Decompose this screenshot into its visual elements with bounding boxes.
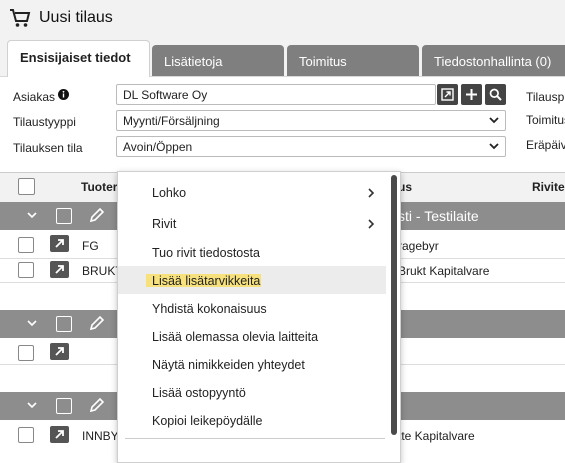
order-type-label: Tilaustyyppi (13, 115, 76, 129)
chevron-down-icon[interactable] (26, 318, 38, 328)
customer-label: Asiakas (13, 90, 56, 104)
open-customer-button[interactable] (437, 84, 458, 105)
plus-icon (466, 89, 477, 100)
group-checkbox[interactable] (56, 398, 72, 414)
chevron-right-icon (368, 188, 375, 198)
external-link-icon (441, 88, 454, 101)
add-customer-button[interactable] (461, 84, 482, 105)
row-name: Brukt Kapitalvare (398, 264, 490, 278)
order-status-value: Avoin/Öppen (123, 140, 193, 154)
menu-item-show-item-links[interactable]: Näytä nimikkeiden yhteydet (152, 358, 305, 372)
pencil-icon[interactable] (88, 396, 106, 414)
menu-item-add-existing-devices[interactable]: Lisää olemassa olevia laitteita (152, 330, 318, 344)
open-row-button[interactable] (50, 235, 69, 252)
arrow-up-right-icon (55, 265, 64, 274)
cart-icon (10, 9, 31, 27)
row-checkbox[interactable] (18, 427, 34, 443)
tab-delivery[interactable]: Toimitus (287, 45, 419, 76)
menu-separator (125, 438, 385, 439)
chevron-down-icon (489, 143, 499, 150)
row-name: ragebyr (398, 239, 439, 253)
page-title: Uusi tilaus (39, 9, 113, 26)
group-checkbox[interactable] (56, 208, 72, 224)
search-icon (489, 88, 502, 101)
row-checkbox[interactable] (18, 237, 34, 253)
info-icon[interactable] (58, 89, 69, 100)
chevron-right-icon (368, 219, 375, 229)
menu-item-add-accessories[interactable]: Lisää lisätarvikkeita (152, 274, 260, 288)
customer-field[interactable]: DL Software Oy (116, 84, 436, 105)
order-status-label: Tilauksen tila (13, 141, 83, 155)
row-code: FG (82, 239, 99, 253)
pencil-icon[interactable] (88, 314, 106, 332)
menu-item-rows[interactable]: Rivit (152, 217, 176, 231)
group-title: sti - Testilaite (398, 208, 479, 224)
open-row-button[interactable] (50, 426, 69, 443)
arrow-up-right-icon (55, 347, 64, 356)
order-status-select[interactable]: Avoin/Öppen (116, 136, 506, 157)
arrow-up-right-icon (55, 430, 64, 439)
open-row-button[interactable] (50, 261, 69, 278)
menu-item-copy-clipboard[interactable]: Kopioi leikepöydälle (152, 414, 263, 428)
arrow-up-right-icon (55, 239, 64, 248)
order-type-select[interactable]: Myynti/Försäljning (116, 110, 506, 131)
open-row-button[interactable] (50, 343, 69, 360)
menu-item-block[interactable]: Lohko (152, 186, 186, 200)
chevron-down-icon[interactable] (26, 210, 38, 220)
due-date-label: Eräpäiv (526, 138, 565, 152)
row-name: tte Kapitalvare (398, 429, 475, 443)
column-header-product[interactable]: Tuoter (81, 180, 117, 194)
row-checkbox[interactable] (18, 262, 34, 278)
tab-primary-info[interactable]: Ensisijaiset tiedot (7, 40, 150, 77)
pencil-icon[interactable] (88, 206, 106, 224)
menu-scrollbar[interactable] (391, 175, 397, 435)
order-type-value: Myynti/Försäljning (123, 114, 220, 128)
delivery-label: Toimitus (526, 113, 565, 127)
row-checkbox[interactable] (18, 345, 34, 361)
menu-item-add-purchase-request[interactable]: Lisää ostopyyntö (152, 386, 246, 400)
column-header-row[interactable]: Rivite (532, 180, 565, 194)
chevron-down-icon (489, 117, 499, 124)
tab-additional-info[interactable]: Lisätietoja (152, 45, 284, 76)
chevron-down-icon[interactable] (26, 400, 38, 410)
select-all-checkbox[interactable] (18, 178, 35, 195)
row-code: INNBY (82, 429, 119, 443)
order-date-label: Tilausp (526, 90, 565, 104)
menu-item-combine-entity[interactable]: Yhdistä kokonaisuus (152, 302, 267, 316)
group-checkbox[interactable] (56, 316, 72, 332)
search-customer-button[interactable] (485, 84, 506, 105)
menu-item-import-rows[interactable]: Tuo rivit tiedostosta (152, 246, 260, 260)
tab-file-management[interactable]: Tiedostonhallinta (0) (422, 45, 565, 76)
